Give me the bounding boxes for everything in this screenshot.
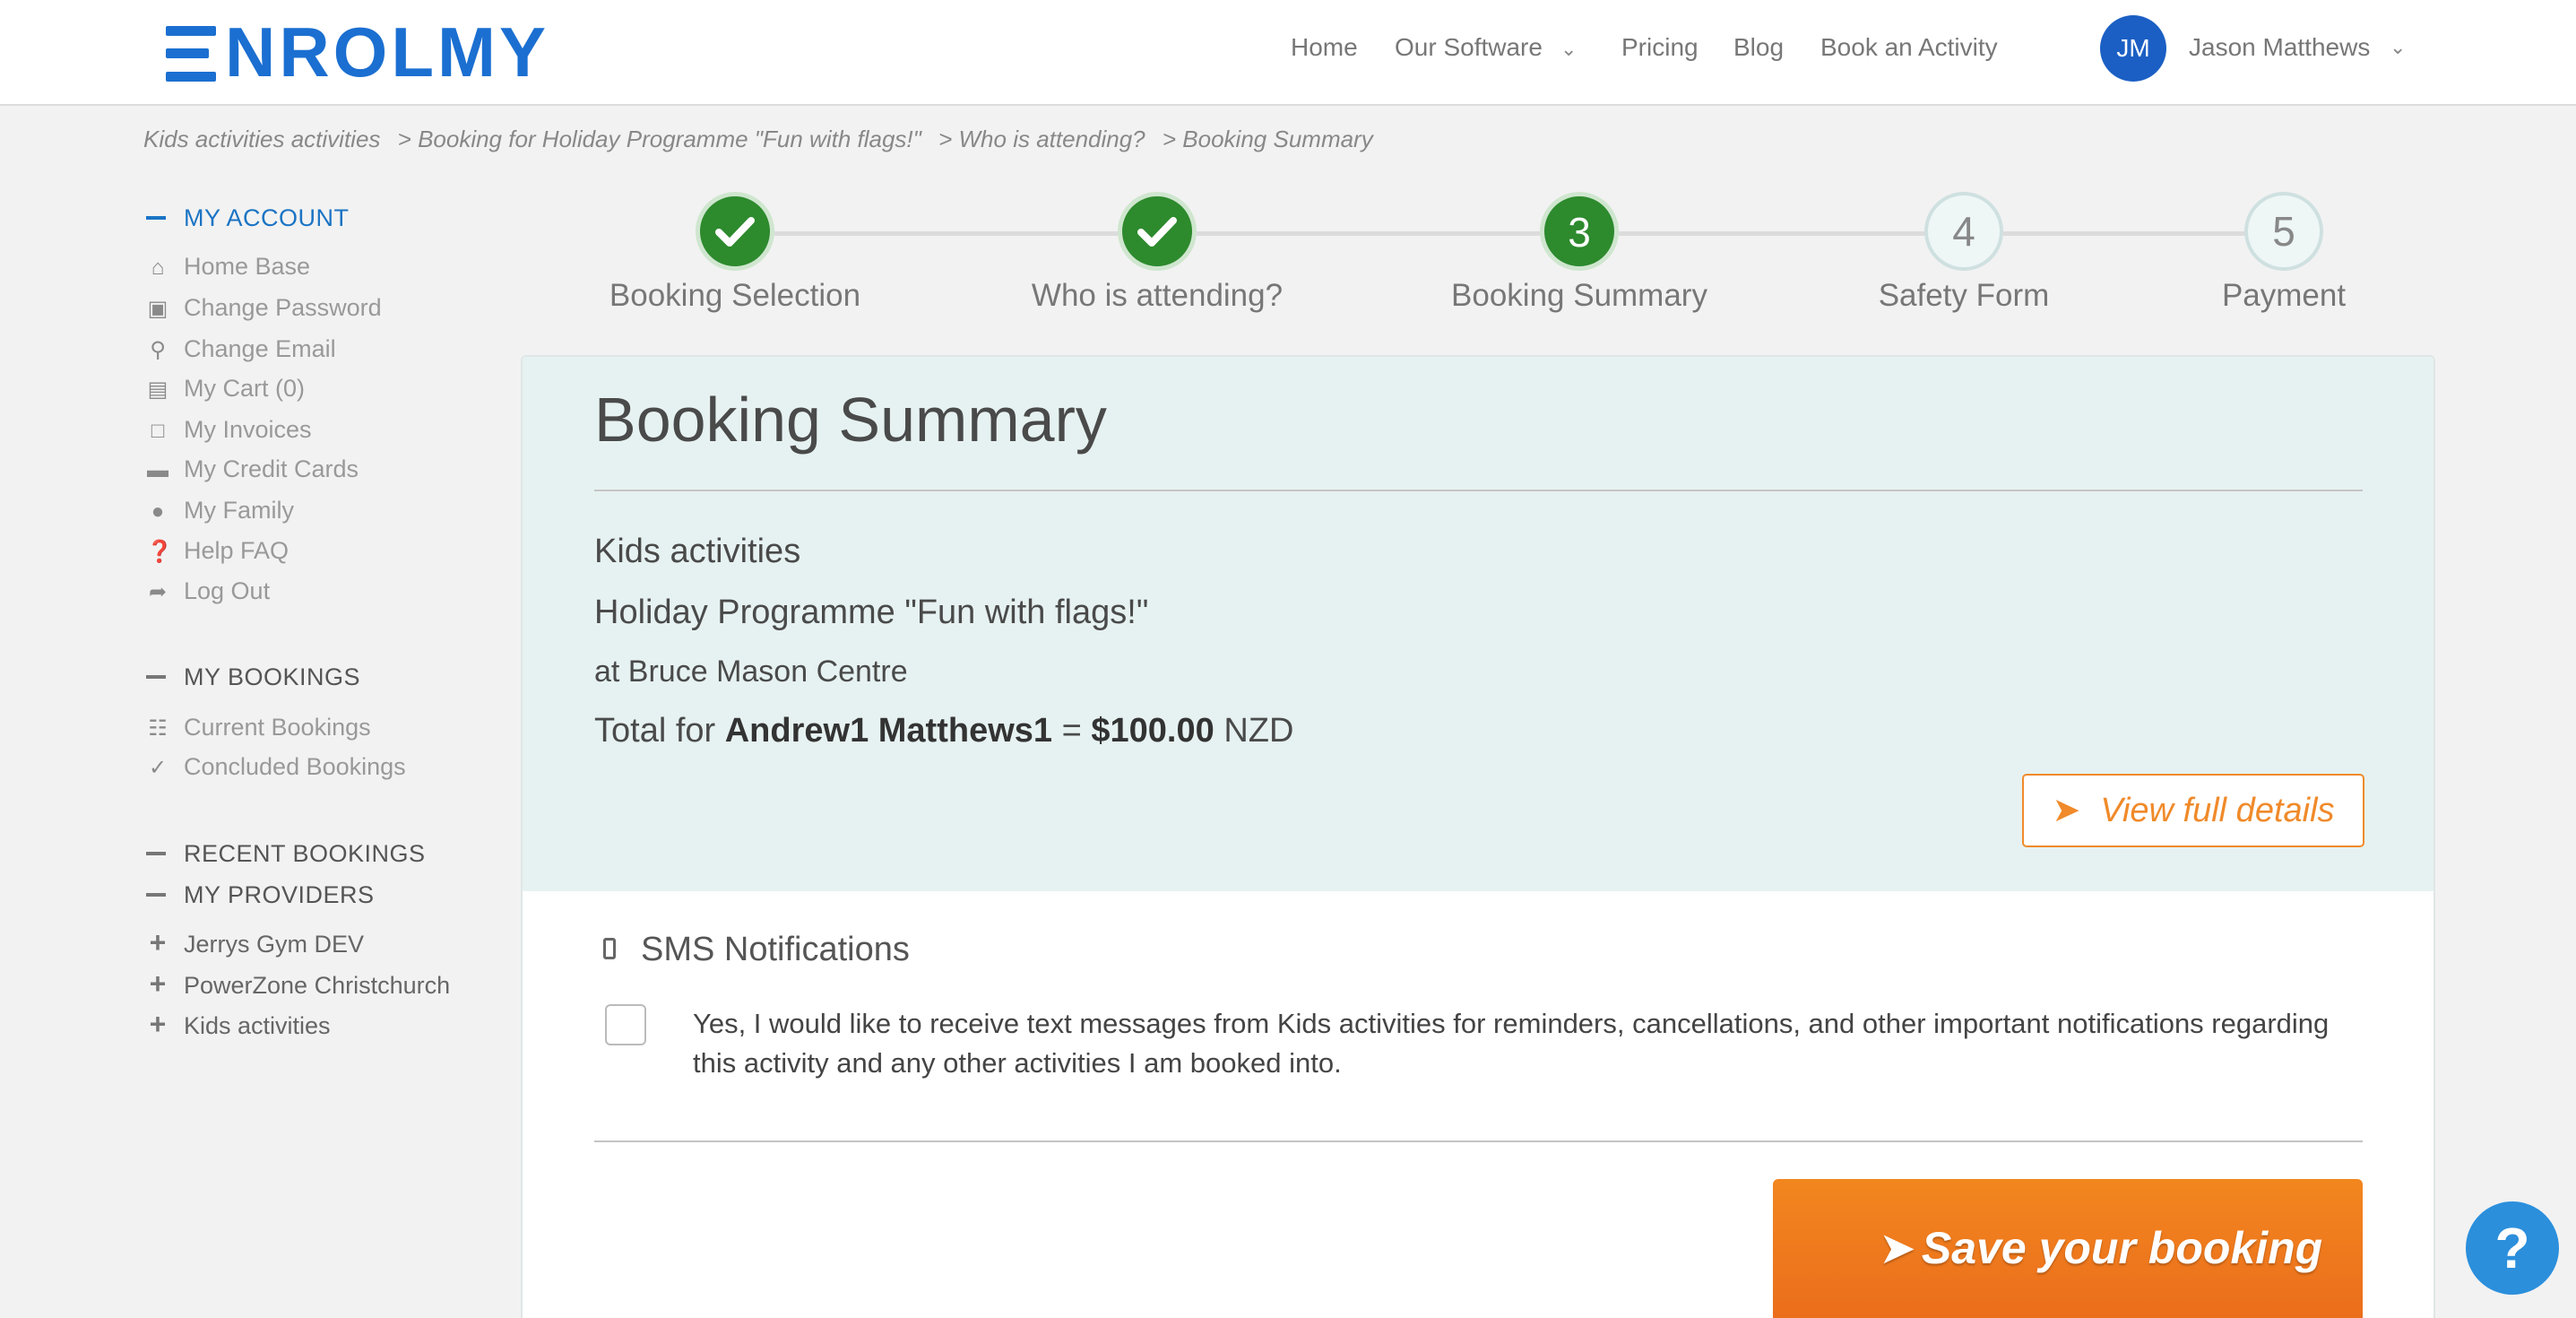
save-booking-button[interactable]: ➤ Save your booking	[1773, 1179, 2363, 1318]
user-name[interactable]: Jason Matthews	[2189, 27, 2370, 68]
plus-icon: +	[149, 967, 167, 1000]
step-1-check	[696, 192, 774, 271]
booking-summary-card: Booking Summary Kids activities Holiday …	[521, 355, 2435, 1318]
step-4-label: Safety Form	[1878, 278, 2050, 313]
top-header: NROLMY Home Our Software ⌄ Pricing Blog B…	[0, 0, 2576, 106]
minus-icon	[146, 674, 166, 679]
step-3-label: Booking Summary	[1451, 278, 1707, 313]
cart-icon: ▤	[147, 377, 169, 402]
lock-icon: ▣	[147, 297, 169, 321]
minus-icon	[146, 892, 166, 897]
logo-text: NROLMY	[225, 13, 549, 91]
provider-name: Kids activities	[594, 533, 801, 570]
equals-sign: =	[1061, 712, 1082, 750]
step-3-circle: 3	[1540, 192, 1619, 271]
chevron-right-icon: ➤	[2052, 792, 2081, 829]
sidebar-item-change-password[interactable]: ▣ Change Password	[146, 290, 382, 325]
nav-our-software[interactable]: Our Software ⌄	[1395, 27, 1577, 68]
step-4-circle: 4	[1924, 192, 2003, 271]
logo-e-mark	[166, 26, 218, 82]
sidebar-section-recent-bookings[interactable]: RECENT BOOKINGS	[146, 840, 426, 868]
attendee-name: Andrew1 Matthews1	[724, 712, 1053, 750]
home-icon: ⌂	[151, 256, 165, 280]
sign-out-icon: ➦	[148, 580, 168, 604]
mobile-phone-icon	[603, 937, 616, 959]
sms-consent-checkbox[interactable]	[605, 1004, 646, 1045]
sidebar-provider-item[interactable]: + PowerZone Christchurch	[146, 966, 450, 1002]
chevron-right-icon: ➤	[1879, 1223, 1916, 1273]
users-icon: ●	[151, 499, 165, 524]
help-button[interactable]: ?	[2466, 1201, 2559, 1295]
enrolmy-logo[interactable]: NROLMY	[166, 16, 549, 88]
divider	[594, 490, 2363, 491]
step-2-label: Who is attending?	[1031, 278, 1284, 313]
page-title: Booking Summary	[594, 385, 1107, 455]
breadcrumb-item[interactable]: Kids activities activities	[143, 126, 380, 152]
summary-panel: Booking Summary Kids activities Holiday …	[523, 357, 2433, 891]
question-circle-icon: ❓	[146, 540, 173, 564]
step-connector	[774, 231, 1120, 236]
sidebar-item-change-email[interactable]: ⚲ Change Email	[146, 331, 335, 367]
sidebar-item-my-credit-cards[interactable]: ▬ My Credit Cards	[146, 451, 359, 487]
plus-icon: +	[149, 1008, 167, 1040]
step-1-label: Booking Selection	[609, 278, 861, 313]
total-amount: $100.00	[1091, 712, 1215, 750]
step-2-check	[1118, 192, 1197, 271]
sidebar-section-my-providers[interactable]: MY PROVIDERS	[146, 881, 375, 909]
sidebar-provider-item[interactable]: + Jerrys Gym DEV	[146, 924, 364, 960]
credit-card-icon: ▬	[147, 458, 169, 482]
step-connector	[2003, 231, 2247, 236]
sms-consent-text[interactable]: Yes, I would like to receive text messag…	[693, 1004, 2378, 1083]
total-prefix: Total for	[594, 712, 716, 750]
minus-icon	[146, 851, 166, 855]
sms-notifications-heading: SMS Notifications	[603, 931, 910, 969]
sidebar-item-home-base[interactable]: ⌂ Home Base	[146, 248, 310, 284]
plus-icon: +	[149, 926, 167, 958]
check-icon	[715, 217, 755, 247]
programme-name: Holiday Programme "Fun with flags!"	[594, 594, 1149, 631]
calendar-icon: ☷	[148, 716, 168, 741]
document-icon: □	[151, 419, 165, 443]
divider	[594, 1140, 2363, 1142]
venue-text: at Bruce Mason Centre	[594, 655, 908, 689]
sidebar-item-current-bookings[interactable]: ☷ Current Bookings	[146, 709, 370, 745]
nav-blog[interactable]: Blog	[1733, 27, 1784, 68]
currency-code: NZD	[1223, 712, 1294, 750]
nav-book-activity[interactable]: Book an Activity	[1820, 27, 1998, 68]
sidebar-section-my-account[interactable]: MY ACCOUNT	[146, 204, 350, 232]
sidebar-item-concluded-bookings[interactable]: ✓ Concluded Bookings	[146, 749, 406, 785]
key-icon: ⚲	[150, 338, 166, 362]
check-icon	[1137, 217, 1177, 247]
minus-icon	[146, 215, 166, 220]
sidebar-provider-item[interactable]: + Kids activities	[146, 1006, 331, 1042]
breadcrumb-item[interactable]: > Who is attending?	[938, 126, 1145, 152]
sidebar-item-my-cart[interactable]: ▤ My Cart (0)	[146, 370, 305, 406]
sidebar-item-log-out[interactable]: ➦ Log Out	[146, 573, 270, 609]
breadcrumb-item[interactable]: > Booking for Holiday Programme "Fun wit…	[398, 126, 921, 152]
sidebar-item-help-faq[interactable]: ❓ Help FAQ	[146, 533, 289, 568]
step-connector	[1619, 231, 1927, 236]
nav-pricing[interactable]: Pricing	[1621, 27, 1699, 68]
chevron-down-icon[interactable]: ⌄	[2390, 27, 2406, 68]
breadcrumb: Kids activities activities > Booking for…	[143, 126, 1384, 153]
user-avatar[interactable]: JM	[2100, 15, 2166, 82]
step-connector	[1197, 231, 1543, 236]
nav-home[interactable]: Home	[1291, 27, 1358, 68]
sidebar-item-my-family[interactable]: ● My Family	[146, 492, 294, 528]
sidebar-section-my-bookings[interactable]: MY BOOKINGS	[146, 663, 360, 691]
step-5-circle: 5	[2244, 192, 2323, 271]
breadcrumb-item: > Booking Summary	[1162, 126, 1373, 152]
sidebar-item-my-invoices[interactable]: □ My Invoices	[146, 412, 312, 447]
check-circle-icon: ✓	[148, 756, 168, 780]
total-line: Total for Andrew1 Matthews1 = $100.00 NZ…	[594, 712, 1293, 750]
view-full-details-button[interactable]: ➤ View full details	[2022, 774, 2364, 847]
step-5-label: Payment	[2221, 278, 2347, 313]
chevron-down-icon: ⌄	[1560, 38, 1578, 60]
